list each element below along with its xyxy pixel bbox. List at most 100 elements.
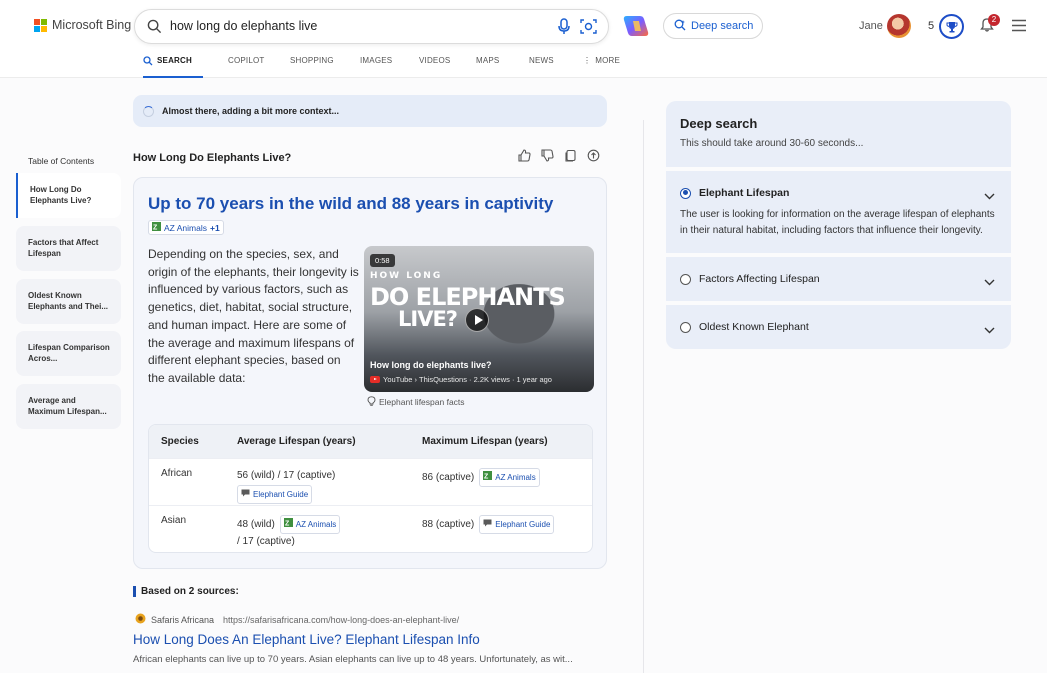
tab-shopping[interactable]: SHOPPING [290, 56, 335, 78]
tab-label: NEWS [529, 56, 554, 65]
deep-search-item-factors[interactable]: Factors Affecting Lifespan [666, 257, 1011, 301]
feedback-toolbar [518, 149, 600, 167]
toc-item-oldest[interactable]: Oldest Known Elephants and Thei... [16, 279, 121, 324]
source-url[interactable]: https://safarisafricana.com/how-long-doe… [223, 615, 459, 625]
tab-search[interactable]: SEARCH [143, 56, 203, 78]
source-chip-az-animals[interactable]: Z AZ Animals [479, 468, 540, 487]
microphone-icon[interactable] [557, 18, 571, 40]
more-sources-count: +1 [210, 222, 220, 233]
source-name: AZ Animals [164, 222, 207, 233]
deep-search-panel: Deep search This should take around 30-6… [666, 101, 1011, 349]
toc-item-factors[interactable]: Factors that Affect Lifespan [16, 226, 121, 271]
average-cell: 56 (wild) / 17 (captive) Elephant Guide [237, 459, 422, 505]
share-icon[interactable] [587, 149, 600, 167]
copy-icon[interactable] [564, 149, 577, 167]
deep-search-item-label: Elephant Lifespan [699, 187, 790, 199]
source-chip-elephant-guide[interactable]: Elephant Guide [237, 485, 313, 504]
deep-search-header: Deep search This should take around 30-6… [666, 101, 1011, 167]
tab-label: SHOPPING [290, 56, 334, 65]
source-snippet: African elephants can live up to 70 year… [133, 654, 573, 665]
svg-text:Z: Z [285, 521, 290, 528]
table-header: Species Average Lifespan (years) Maximum… [149, 425, 592, 458]
column-header-average: Average Lifespan (years) [237, 436, 356, 447]
az-animals-icon: Z [483, 470, 493, 485]
deep-search-item-label: Factors Affecting Lifespan [699, 273, 820, 285]
tab-images[interactable]: IMAGES [360, 56, 395, 78]
az-animals-icon: Z [283, 517, 293, 532]
maximum-cell: 88 (captive) Elephant Guide [422, 506, 592, 552]
az-animals-icon: Z [152, 222, 161, 233]
tab-more[interactable]: ⋮ MORE [583, 56, 623, 78]
radio-unselected-icon[interactable] [680, 273, 691, 285]
toc-item-how-long[interactable]: How Long Do Elephants Live? [16, 173, 121, 218]
tab-maps[interactable]: MAPS [476, 56, 504, 78]
lifespan-table: Species Average Lifespan (years) Maximum… [148, 424, 593, 553]
tab-videos[interactable]: VIDEOS [419, 56, 452, 78]
video-title: How long do elephants live? [370, 360, 492, 370]
source-name: AZ Animals [295, 520, 337, 529]
radio-unselected-icon[interactable] [680, 321, 691, 333]
video-meta-text: YouTube › ThisQuestions · 2.2K views · 1… [383, 375, 552, 384]
overlay-line-2: DO ELEPHANTS [370, 283, 566, 311]
column-divider [643, 120, 644, 673]
user-name[interactable]: Jane [859, 20, 883, 32]
deep-search-item-label: Oldest Known Elephant [699, 321, 809, 333]
search-box[interactable]: how long do elephants live [134, 9, 609, 44]
toc-item-comparison[interactable]: Lifespan Comparison Acros... [16, 331, 121, 376]
tab-news[interactable]: NEWS [529, 56, 557, 78]
deep-search-button[interactable]: Deep search [663, 13, 763, 39]
average-value: 48 (wild) [237, 519, 275, 530]
more-dots-icon: ⋮ [583, 56, 592, 65]
toc-item-label: Average and Maximum Lifespan... [28, 396, 107, 416]
source-chip-elephant-guide[interactable]: Elephant Guide [479, 515, 555, 534]
video-duration: 0:58 [370, 254, 395, 267]
svg-text:Z: Z [153, 225, 158, 232]
thumbs-up-icon[interactable] [518, 149, 531, 167]
elephant-guide-icon [241, 487, 250, 502]
safaris-africana-icon [135, 613, 146, 626]
tab-label: MAPS [476, 56, 500, 65]
youtube-icon [370, 376, 380, 383]
source-site-name: Safaris Africana [151, 614, 215, 625]
average-value: 56 (wild) / 17 (captive) [237, 470, 336, 481]
source-chip-az-animals[interactable]: Z AZ Animals +1 [148, 220, 224, 235]
answer-title: Up to 70 years in the wild and 88 years … [148, 194, 554, 213]
radio-selected-icon[interactable] [680, 187, 691, 199]
species-cell: Asian [161, 515, 187, 526]
deep-search-subtitle: This should take around 30-60 seconds... [680, 138, 864, 149]
deep-search-label: Deep search [691, 20, 754, 32]
visual-search-icon[interactable] [580, 18, 597, 40]
tab-label: SEARCH [157, 56, 192, 65]
chevron-down-icon[interactable] [984, 187, 995, 205]
tab-copilot[interactable]: COPILOT [228, 56, 265, 78]
elephant-guide-icon [483, 517, 492, 532]
hamburger-menu-icon[interactable] [1011, 19, 1027, 37]
chevron-down-icon[interactable] [984, 321, 995, 339]
deep-search-item-oldest[interactable]: Oldest Known Elephant [666, 305, 1011, 349]
video-caption[interactable]: Elephant lifespan facts [367, 396, 465, 408]
toc-item-average-max[interactable]: Average and Maximum Lifespan... [16, 384, 121, 429]
thumbs-down-icon[interactable] [541, 149, 554, 167]
bing-logo[interactable]: Microsoft Bing [34, 18, 131, 32]
chevron-down-icon[interactable] [984, 273, 995, 291]
user-avatar[interactable] [887, 14, 911, 38]
deep-search-item-elephant-lifespan[interactable]: Elephant Lifespan The user is looking fo… [666, 171, 1011, 253]
search-input[interactable]: how long do elephants live [170, 19, 317, 33]
tab-label: MORE [595, 56, 621, 65]
copilot-icon[interactable] [622, 13, 650, 39]
rewards-trophy-icon[interactable] [939, 14, 964, 39]
toc-item-label: Factors that Affect Lifespan [28, 238, 99, 258]
tab-label: IMAGES [360, 56, 393, 65]
play-button-icon[interactable] [465, 308, 489, 332]
tab-label: COPILOT [228, 56, 265, 65]
video-meta: YouTube › ThisQuestions · 2.2K views · 1… [370, 375, 552, 384]
source-chip-az-animals[interactable]: Z AZ Animals [279, 515, 341, 534]
source-title-link[interactable]: How Long Does An Elephant Live? Elephant… [133, 632, 480, 647]
species-cell: African [161, 468, 193, 479]
deep-search-item-description: The user is looking for information on t… [680, 209, 995, 236]
rewards-points[interactable]: 5 [928, 20, 934, 32]
top-header: Microsoft Bing how long do elephants liv… [0, 0, 1047, 78]
video-thumbnail[interactable]: 0:58 HOW LONG DO ELEPHANTS LIVE? How lon… [364, 246, 594, 392]
average-value-continued: / 17 (captive) [237, 536, 295, 547]
average-cell: 48 (wild) Z AZ Animals / 17 (captive) [237, 506, 422, 552]
